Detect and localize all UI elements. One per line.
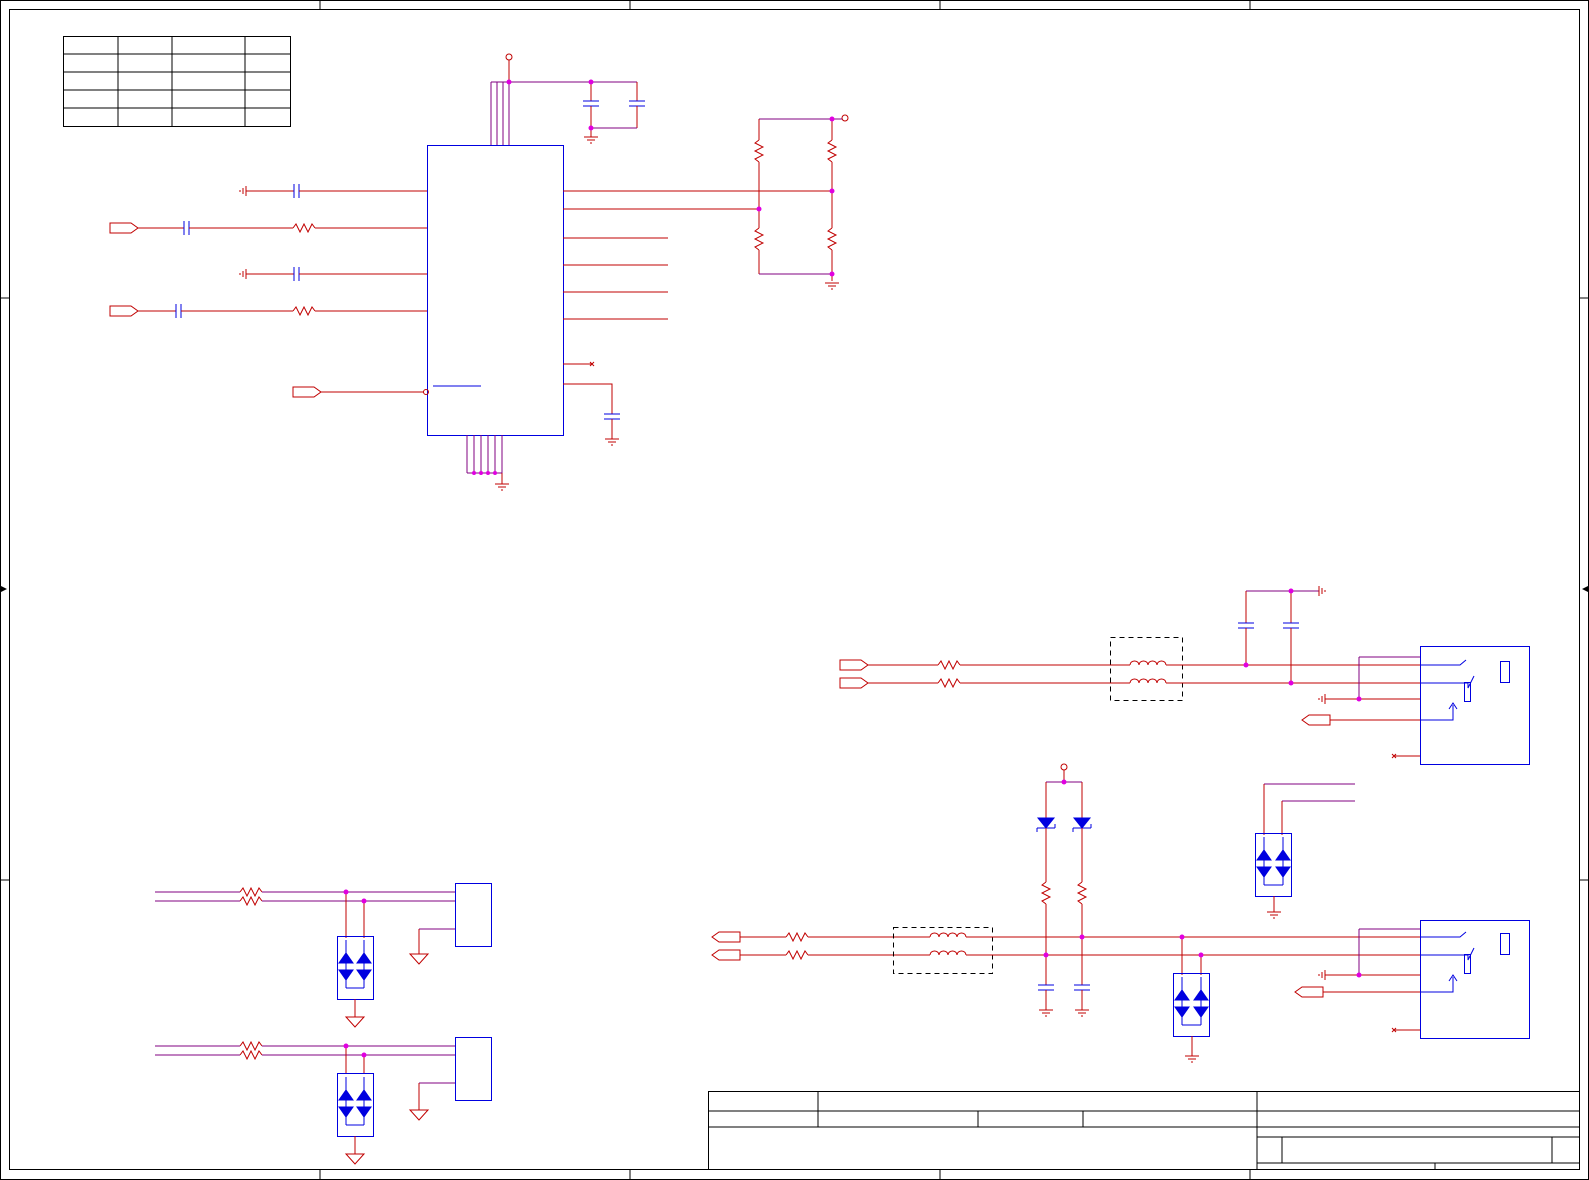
inductor-icon [1129,660,1167,666]
port-arrow-icon [1301,714,1331,726]
ground-icon [1318,970,1326,980]
capacitor-icon [1038,984,1090,991]
tvs-diode-icon [1173,973,1210,1037]
inductor-icon [929,932,967,938]
ground-icon [605,438,619,446]
resistor-icon [785,949,809,961]
ground-icon [1318,694,1326,704]
resistor-icon [239,895,263,907]
revision-table [63,36,291,127]
power-pin-icon [841,114,849,122]
resistor-icon [239,886,263,898]
resistor-icon [239,1040,263,1052]
ic-top-supply [490,53,645,145]
ground-icon [1039,1009,1053,1017]
audio-jack-circuit-upper [839,586,1530,765]
resistor-icon [826,139,838,163]
connector-circuit-1 [155,883,492,1028]
port-arrow-icon [839,677,869,689]
audio-jack-icon [1420,646,1530,765]
resistor-icon [239,1049,263,1061]
resistor-icon [292,222,316,234]
ground-icon [239,186,247,196]
capacitor-icon [293,184,300,198]
power-pin-icon [1060,763,1068,771]
port-arrow-icon [839,659,869,671]
sheet-border [0,0,1589,1180]
tvs-diode-icon [337,1073,374,1137]
resistor-icon [937,659,961,671]
resistor-icon [292,305,316,317]
resistor-icon [785,931,809,943]
resistor-icon [753,227,765,251]
port-arrow-icon [109,305,139,317]
ground-icon [1075,1009,1089,1017]
title-block [708,1091,1580,1170]
capacitor-icon [1238,622,1299,629]
resistor-icon [826,227,838,251]
tvs-diode-icon [337,936,374,1000]
ground-icon [495,483,509,491]
capacitor-icon [175,304,182,318]
codec-ic [427,145,564,436]
ic-right-outputs [563,114,849,446]
resistor-icon [1040,881,1052,905]
resistor-icon [937,677,961,689]
port-arrow-icon [711,931,741,943]
port-arrow-icon [1294,986,1324,998]
capacitor-icon [183,221,190,235]
ground-icon [1318,586,1326,596]
inductor-icon [929,950,967,956]
audio-jack-circuit-lower [711,763,1530,1063]
ground-icon [1185,1055,1199,1063]
inductor-icon [1129,678,1167,684]
audio-jack-icon [1420,920,1530,1039]
port-arrow-icon [292,386,322,398]
ground-icon [239,269,247,279]
port-arrow-icon [109,222,139,234]
ground-icon [1267,911,1281,919]
resistor-icon [753,139,765,163]
tvs-diode-icon [1255,833,1292,897]
port-arrow-icon [711,949,741,961]
ground-icon [584,136,598,144]
ic-bottom-ground [466,435,509,491]
ground-icon [825,282,839,290]
capacitor-icon [293,267,300,281]
resistor-icon [1076,881,1088,905]
schematic-canvas [0,0,1589,1180]
ic-left-inputs [109,184,429,398]
power-pin-icon [505,53,513,61]
connector-circuit-2 [155,1037,492,1165]
